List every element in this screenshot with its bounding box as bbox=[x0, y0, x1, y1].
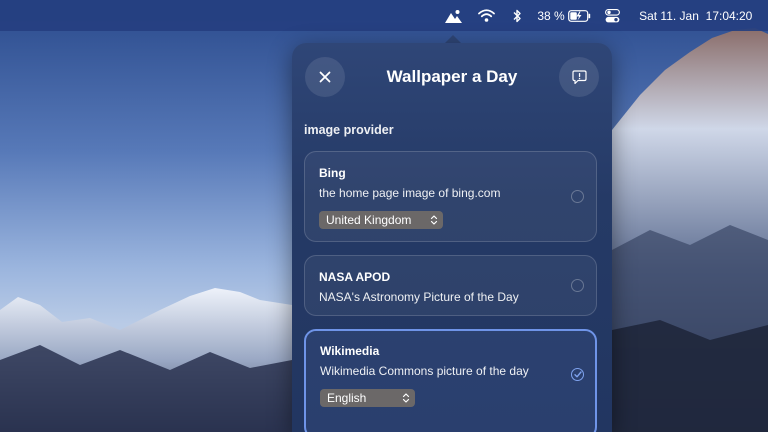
chevron-up-down-icon bbox=[402, 393, 410, 403]
menubar-date[interactable]: Sat 11. Jan bbox=[634, 0, 704, 31]
provider-description: Wikimedia Commons picture of the day bbox=[320, 364, 529, 378]
provider-card-wikimedia[interactable]: Wikimedia Wikimedia Commons picture of t… bbox=[304, 329, 597, 432]
battery-charging-icon[interactable] bbox=[566, 0, 592, 31]
provider-radio-bing[interactable] bbox=[571, 190, 584, 203]
feedback-button[interactable] bbox=[559, 57, 599, 97]
region-select-value: United Kingdom bbox=[326, 213, 412, 227]
bluetooth-icon[interactable] bbox=[508, 0, 526, 31]
section-label: image provider bbox=[304, 123, 394, 137]
popover-title: Wallpaper a Day bbox=[386, 67, 518, 86]
battery-percent: 38 % bbox=[537, 8, 565, 23]
provider-radio-nasa-apod[interactable] bbox=[571, 279, 584, 292]
close-button[interactable] bbox=[305, 57, 345, 97]
checkmark-icon bbox=[573, 371, 582, 378]
menubar-time[interactable]: 17:04:20 bbox=[703, 0, 755, 31]
language-select-value: English bbox=[327, 391, 367, 405]
menu-bar: 38 % Sat 11. Jan 17:04:20 bbox=[0, 0, 768, 31]
provider-description: the home page image of bing.com bbox=[319, 186, 501, 200]
control-center-icon[interactable] bbox=[602, 0, 622, 31]
wallpaper-popover: Wallpaper a Day image provider Bing the … bbox=[292, 43, 612, 432]
feedback-icon bbox=[571, 69, 587, 84]
provider-title: Bing bbox=[319, 166, 346, 180]
chevron-up-down-icon bbox=[430, 215, 438, 225]
desktop: 38 % Sat 11. Jan 17:04:20 Wallpaper a Da… bbox=[0, 0, 768, 432]
provider-card-bing[interactable]: Bing the home page image of bing.com Uni… bbox=[304, 151, 597, 242]
language-select[interactable]: English bbox=[320, 389, 415, 407]
wifi-icon[interactable] bbox=[476, 0, 496, 31]
close-icon bbox=[319, 71, 331, 83]
provider-radio-wikimedia[interactable] bbox=[571, 368, 584, 381]
provider-description: NASA's Astronomy Picture of the Day bbox=[319, 290, 519, 304]
wallpaper-app-icon[interactable] bbox=[442, 0, 464, 31]
provider-card-nasa-apod[interactable]: NASA APOD NASA's Astronomy Picture of th… bbox=[304, 255, 597, 316]
region-select[interactable]: United Kingdom bbox=[319, 211, 443, 229]
provider-title: Wikimedia bbox=[320, 344, 380, 358]
provider-title: NASA APOD bbox=[319, 270, 391, 284]
